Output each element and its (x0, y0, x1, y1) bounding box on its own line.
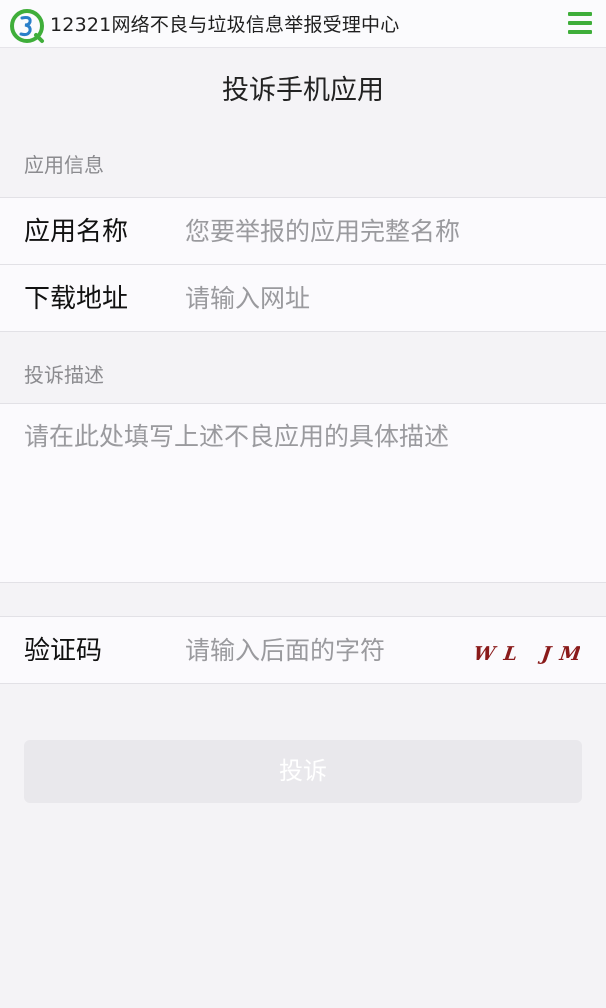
app-name-row: 应用名称 (0, 198, 606, 264)
svg-text:WL JM: WL JM (472, 642, 580, 665)
captcha-image[interactable]: WL JM (470, 637, 580, 671)
description-area (0, 404, 606, 582)
submit-button[interactable]: 投诉 (24, 740, 582, 803)
divider (0, 582, 606, 583)
captcha-label: 验证码 (24, 636, 103, 666)
top-bar: 12321网络不良与垃圾信息举报受理中心 (0, 0, 606, 48)
divider (0, 331, 606, 332)
captcha-input[interactable] (185, 629, 455, 671)
section-label-complaint: 投诉描述 (24, 363, 104, 387)
site-title: 12321网络不良与垃圾信息举报受理中心 (50, 14, 400, 36)
hamburger-menu-icon[interactable] (565, 10, 595, 36)
page-title: 投诉手机应用 (222, 75, 384, 106)
section-label-app-info: 应用信息 (24, 153, 104, 177)
12321-logo-icon[interactable] (9, 8, 45, 44)
download-url-label: 下载地址 (24, 284, 129, 314)
description-textarea[interactable] (24, 418, 584, 568)
download-url-input[interactable] (185, 277, 465, 319)
download-url-row: 下载地址 (0, 265, 606, 331)
app-name-input[interactable] (185, 210, 465, 252)
divider (0, 683, 606, 684)
app-name-label: 应用名称 (24, 217, 129, 247)
captcha-row: 验证码 WL JM (0, 617, 606, 683)
